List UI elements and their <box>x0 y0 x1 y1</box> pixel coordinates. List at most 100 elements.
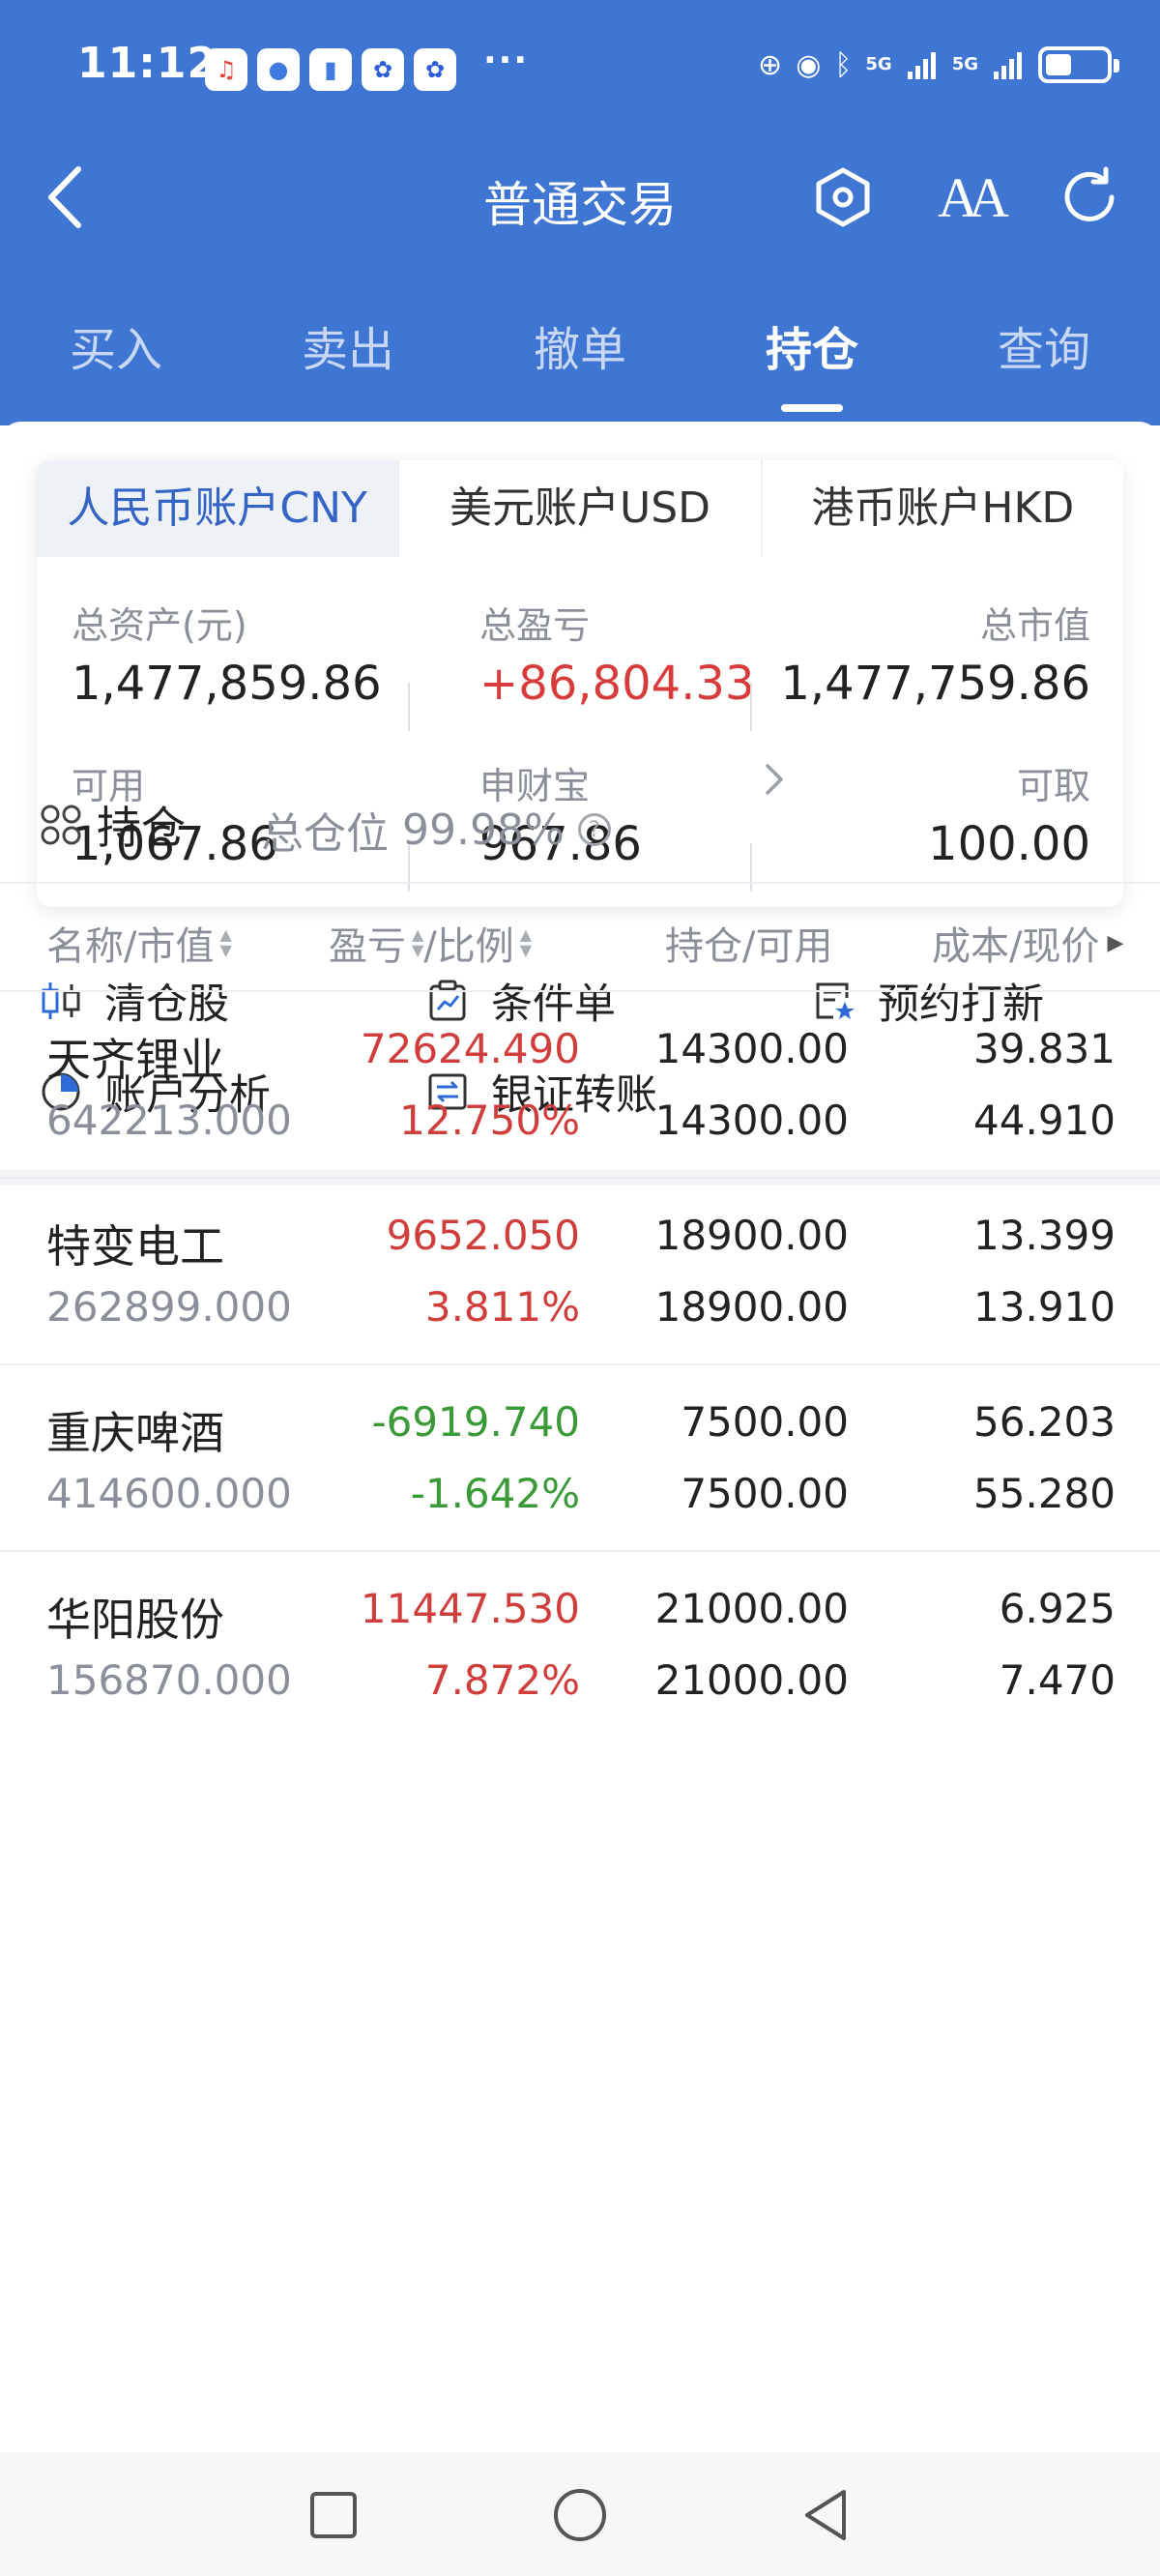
account-tabs: 人民币账户CNY 美元账户USD 港币账户HKD <box>37 460 1123 557</box>
active-tab-indicator <box>781 404 843 412</box>
eye-icon: ◉ <box>796 47 822 82</box>
shield-icon: ▮ <box>309 48 352 91</box>
signal-icon <box>907 52 936 79</box>
positions-header: 持仓 总仓位 99.98% ? <box>0 764 1160 884</box>
hd-call-icon: ⊕ <box>758 47 783 82</box>
status-bar: 11:12 ♫ ● ▮ ✿ ✿ ··· ⊕ ◉ ᛒ 5G 5G <box>0 0 1160 145</box>
stock-market-value: 642213.000 <box>46 1097 292 1144</box>
hexagon-settings-icon <box>816 167 870 227</box>
stock-available: 21000.00 <box>654 1656 849 1704</box>
stock-pl: -6919.740 <box>371 1398 580 1446</box>
stock-pl: 11447.530 <box>360 1585 580 1632</box>
total-pl: 总盈亏 +86,804.33 <box>479 596 755 711</box>
network-label-1: 5G <box>865 54 892 74</box>
music-icon: ♫ <box>205 48 247 91</box>
stock-holding: 14300.00 <box>654 1025 849 1072</box>
square-icon <box>310 2492 357 2538</box>
refresh-icon <box>1064 166 1115 221</box>
tab-buy[interactable]: 买入 <box>19 311 213 379</box>
stock-price: 13.910 <box>973 1283 1116 1331</box>
stock-cost: 6.925 <box>999 1585 1116 1632</box>
divider <box>750 683 752 731</box>
sort-icon: ▲ ▼ <box>519 925 533 959</box>
tab-cancel[interactable]: 撤单 <box>483 311 677 379</box>
stock-holding: 7500.00 <box>681 1398 849 1446</box>
battery-icon <box>1038 46 1119 83</box>
refresh-button[interactable] <box>1049 157 1130 238</box>
positions-title: 持仓 <box>39 793 186 857</box>
col-cost-scroll[interactable]: 成本/现价 ▶ <box>932 915 1123 971</box>
col-name-label: 名称/市值 <box>46 924 215 969</box>
total-pl-label: 总盈亏 <box>479 604 591 647</box>
market-value-value: 1,477,759.86 <box>780 657 1090 711</box>
stock-market-value: 156870.000 <box>46 1656 292 1704</box>
status-time: 11:12 <box>77 39 218 88</box>
chat-icon: ● <box>257 48 300 91</box>
position-ratio-label: 总仓位 <box>261 809 389 859</box>
trade-tabs: 买入 卖出 撤单 持仓 查询 <box>0 290 1160 425</box>
stock-pl: 72624.490 <box>360 1025 580 1072</box>
stock-available: 14300.00 <box>654 1097 849 1144</box>
stock-name: 天齐锂业 <box>46 1034 224 1086</box>
stock-price: 7.470 <box>999 1656 1116 1704</box>
total-assets-value: 1,477,859.86 <box>72 657 382 711</box>
market-value: 总市值 1,477,759.86 <box>780 596 1090 711</box>
baidu-paw-icon: ✿ <box>362 48 404 91</box>
total-assets-label: 总资产(元) <box>72 604 247 647</box>
stock-pl-ratio: -1.642% <box>410 1470 580 1517</box>
tab-positions[interactable]: 持仓 <box>715 311 909 379</box>
col-hold: 持仓/可用 <box>665 915 832 971</box>
caret-right-icon: ▶ <box>1107 930 1124 955</box>
stock-name: 华阳股份 <box>46 1594 224 1646</box>
stock-cost: 56.203 <box>973 1398 1116 1446</box>
total-assets: 总资产(元) 1,477,859.86 <box>72 596 382 711</box>
tab-account-usd[interactable]: 美元账户USD <box>397 460 761 557</box>
table-row[interactable]: 重庆啤酒 414600.000 -6919.740 -1.642% 7500.0… <box>0 1365 1160 1552</box>
stock-market-value: 414600.000 <box>46 1470 292 1517</box>
stock-pl-ratio: 12.750% <box>399 1097 580 1144</box>
col-ratio-label: /比例 <box>423 924 514 969</box>
stock-price: 55.280 <box>973 1470 1116 1517</box>
stock-price: 44.910 <box>973 1097 1116 1144</box>
tab-account-hkd[interactable]: 港币账户HKD <box>760 460 1123 557</box>
settings-button[interactable] <box>802 157 884 238</box>
table-row[interactable]: 华阳股份 156870.000 11447.530 7.872% 21000.0… <box>0 1552 1160 1739</box>
stock-name: 特变电工 <box>46 1220 224 1273</box>
stock-market-value: 262899.000 <box>46 1283 292 1331</box>
sort-icon: ▲ ▼ <box>219 925 232 959</box>
font-size-button[interactable]: AA <box>928 157 1009 238</box>
tab-query[interactable]: 查询 <box>947 311 1141 379</box>
col-hold-label: 持仓/可用 <box>665 924 833 969</box>
home-button[interactable] <box>546 2481 614 2549</box>
baidu-paw-icon: ✿ <box>414 48 456 91</box>
title-bar: 普通交易 AA <box>0 145 1160 251</box>
circle-icon <box>554 2489 606 2541</box>
stock-cost: 13.399 <box>973 1212 1116 1259</box>
table-row[interactable]: 天齐锂业 642213.000 72624.490 12.750% 14300.… <box>0 992 1160 1179</box>
system-icons: ⊕ ◉ ᛒ 5G 5G <box>758 46 1119 83</box>
notification-icons: ♫ ● ▮ ✿ ✿ <box>205 48 456 91</box>
sort-icon: ▲ ▼ <box>412 925 424 959</box>
stock-available: 7500.00 <box>681 1470 849 1517</box>
positions-title-label: 持仓 <box>97 802 186 854</box>
tab-account-cny[interactable]: 人民币账户CNY <box>37 460 398 557</box>
recent-apps-button[interactable] <box>300 2481 367 2549</box>
app-header: 11:12 ♫ ● ▮ ✿ ✿ ··· ⊕ ◉ ᛒ 5G 5G 普通交易 AA <box>0 0 1160 425</box>
positions-column-header: 名称/市值 ▲ ▼ 盈亏 ▲ ▼ /比例 ▲ ▼ 持仓/可用 成本/现价 ▶ <box>0 886 1160 992</box>
col-cost-label: 成本/现价 <box>932 924 1100 969</box>
signal-icon <box>994 52 1022 79</box>
col-pl-sort[interactable]: 盈亏 ▲ ▼ /比例 ▲ ▼ <box>329 915 532 971</box>
help-icon[interactable]: ? <box>577 813 611 846</box>
network-label-2: 5G <box>951 54 978 74</box>
stock-pl-ratio: 7.872% <box>424 1656 580 1704</box>
stock-holding: 18900.00 <box>654 1212 849 1259</box>
col-name-sort[interactable]: 名称/市值 ▲ ▼ <box>46 915 232 971</box>
more-notifications-icon: ··· <box>483 41 530 80</box>
triangle-back-icon <box>805 2490 846 2540</box>
stock-pl: 9652.050 <box>386 1212 580 1259</box>
stock-name: 重庆啤酒 <box>46 1407 224 1459</box>
tab-sell[interactable]: 卖出 <box>251 311 445 379</box>
back-nav-button[interactable] <box>793 2481 860 2549</box>
table-row[interactable]: 特变电工 262899.000 9652.050 3.811% 18900.00… <box>0 1179 1160 1365</box>
positions-table: 天齐锂业 642213.000 72624.490 12.750% 14300.… <box>0 992 1160 1739</box>
